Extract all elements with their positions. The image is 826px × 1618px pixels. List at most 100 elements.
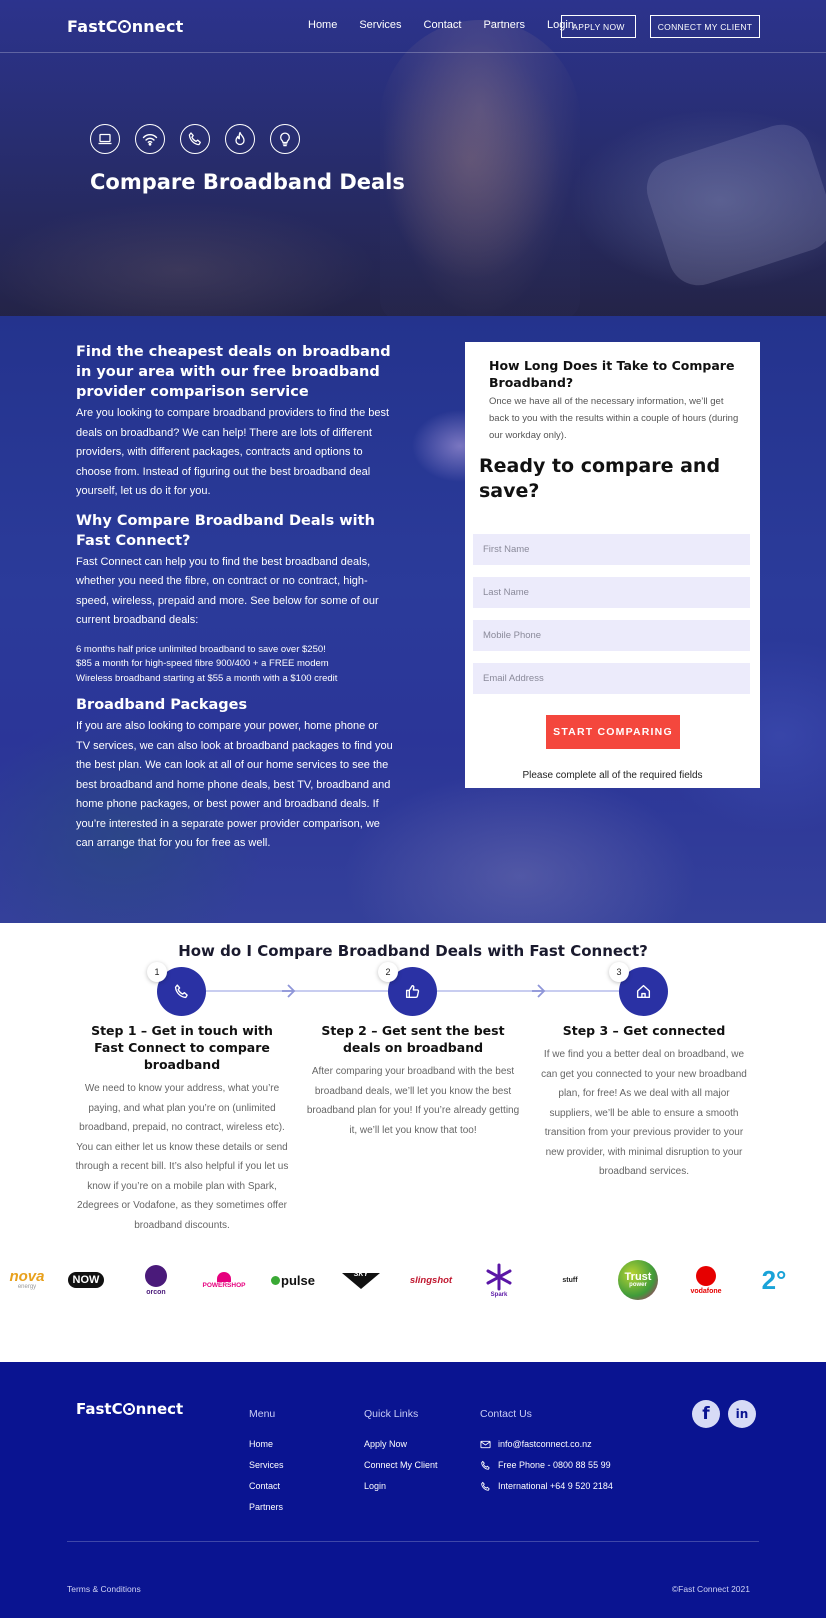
- linkedin-icon[interactable]: in: [728, 1400, 756, 1428]
- step-2: Step 2 – Get sent the best deals on broa…: [306, 1020, 520, 1140]
- nav-contact[interactable]: Contact: [424, 19, 462, 31]
- nova-logo-subtext: energy: [17, 1284, 37, 1290]
- sky-logo: SKY: [340, 1255, 382, 1305]
- copyright: ©Fast Connect 2021: [671, 1584, 750, 1594]
- footer-email-link[interactable]: info@fastconnect.co.nz: [480, 1434, 613, 1455]
- top-navigation: FastC nnect Home Services Contact Partner…: [0, 0, 826, 53]
- step-2-heading: Step 2 – Get sent the best deals on broa…: [321, 1023, 505, 1055]
- thumbs-up-icon: [405, 984, 420, 999]
- stuff-fibre-logo-text: stuff: [562, 1276, 578, 1284]
- step-connector: [437, 990, 619, 992]
- step-1-heading: Step 1 – Get in touch with Fast Connect …: [91, 1023, 273, 1072]
- terms-link[interactable]: Terms & Conditions: [67, 1584, 141, 1594]
- now-logo: NOW: [64, 1255, 108, 1305]
- step-number: 3: [609, 962, 629, 982]
- wifi-icon: [135, 124, 165, 154]
- footer-link-home[interactable]: Home: [249, 1434, 284, 1455]
- nova-logo: nova energy: [6, 1255, 48, 1305]
- step-2-text: After comparing your broadband with the …: [306, 1066, 520, 1136]
- nav-services[interactable]: Services: [359, 19, 401, 31]
- logo-text-nnect: nnect: [131, 17, 184, 36]
- nav-home[interactable]: Home: [308, 19, 337, 31]
- powershop-logo: POWERSHOP: [198, 1255, 250, 1305]
- nova-logo-text: nova: [9, 1268, 45, 1285]
- home-icon: [636, 984, 651, 999]
- deal-item: $85 a month for high-speed fibre 900/400…: [76, 658, 329, 669]
- step-connector: [205, 990, 388, 992]
- pulse-logo-word: pulse: [281, 1272, 315, 1288]
- trustpower-logo: Trust power: [617, 1255, 659, 1305]
- footer-link-partners[interactable]: Partners: [249, 1497, 284, 1518]
- footer-phone-text: Free Phone - 0800 88 55 99: [498, 1460, 611, 1470]
- pulse-logo: pulse: [270, 1255, 316, 1305]
- powershop-mark-icon: [217, 1271, 231, 1282]
- why-heading: Why Compare Broadband Deals with Fast Co…: [76, 512, 375, 549]
- step-1: Step 1 – Get in touch with Fast Connect …: [75, 1020, 289, 1235]
- slingshot-logo-text: slingshot: [409, 1274, 453, 1286]
- step-1-text: We need to know your address, what you’r…: [75, 1083, 289, 1231]
- intro-column: Find the cheapest deals on broadband in …: [76, 342, 394, 854]
- vodafone-logo-text: vodafone: [690, 1287, 722, 1295]
- footer-international-text: International +64 9 520 2184: [498, 1481, 613, 1491]
- flame-icon: [225, 124, 255, 154]
- apply-now-button[interactable]: APPLY NOW: [561, 15, 636, 38]
- vodafone-mark-icon: [696, 1265, 716, 1286]
- footer-link-services[interactable]: Services: [249, 1455, 284, 1476]
- step-number: 1: [147, 962, 167, 982]
- start-comparing-button[interactable]: START COMPARING: [546, 715, 680, 749]
- step-3-text: If we find you a better deal on broadban…: [541, 1049, 747, 1177]
- packages-paragraph: If you are also looking to compare your …: [76, 720, 393, 849]
- footer-menu: Menu Home Services Contact Partners: [249, 1408, 284, 1518]
- footer-quick-links: Quick Links Apply Now Connect My Client …: [364, 1408, 438, 1497]
- nav-partners[interactable]: Partners: [483, 19, 525, 31]
- packages-heading: Broadband Packages: [76, 697, 248, 713]
- spark-mark-icon: [486, 1263, 512, 1291]
- intro-paragraph: Are you looking to compare broadband pro…: [76, 407, 390, 497]
- footer-link-login[interactable]: Login: [364, 1476, 438, 1497]
- trustpower-logo-text: Trust: [624, 1271, 652, 1283]
- spark-logo-text: Spark: [490, 1292, 508, 1298]
- spark-logo: Spark: [482, 1255, 516, 1305]
- powershop-logo-text: POWERSHOP: [202, 1281, 246, 1289]
- deal-item: 6 months half price unlimited broadband …: [76, 643, 326, 655]
- site-footer: FastC nnect Menu Home Services Contact Pa…: [0, 1362, 826, 1618]
- service-icons: [90, 124, 300, 154]
- facebook-icon[interactable]: f: [692, 1400, 720, 1428]
- footer-contact: Contact Us info@fastconnect.co.nz Free P…: [480, 1408, 613, 1497]
- logo-text-c: C: [105, 17, 118, 36]
- email-field[interactable]: [473, 663, 750, 694]
- footer-divider: [67, 1541, 759, 1542]
- hero-section: FastC nnect Home Services Contact Partner…: [0, 0, 826, 316]
- logo-o-icon: [123, 1403, 136, 1415]
- footer-logo[interactable]: FastC nnect: [76, 1400, 183, 1418]
- footer-phone-link[interactable]: Free Phone - 0800 88 55 99: [480, 1455, 613, 1476]
- footer-international-link[interactable]: International +64 9 520 2184: [480, 1476, 613, 1497]
- logo-o-icon: [118, 20, 132, 33]
- 2degrees-logo: 2°: [756, 1255, 792, 1305]
- pulse-logo-text: pulse: [271, 1273, 315, 1288]
- intro-heading: Find the cheapest deals on broadband in …: [76, 344, 391, 400]
- logo-text-fast: Fast: [76, 1400, 112, 1418]
- trustpower-logo-subtext: power: [629, 1282, 647, 1288]
- first-name-field[interactable]: [473, 534, 750, 565]
- page-title: Compare Broadband Deals: [90, 170, 405, 194]
- trustpower-badge: Trust power: [618, 1260, 658, 1300]
- sky-logo-text: SKY: [353, 1271, 369, 1278]
- phone-icon: [481, 1481, 490, 1491]
- slingshot-logo: slingshot: [406, 1255, 456, 1305]
- now-logo-text: NOW: [67, 1272, 105, 1288]
- mobile-phone-field[interactable]: [473, 620, 750, 651]
- wait-heading: How Long Does it Take to Compare Broadba…: [489, 358, 735, 390]
- logo-text-fast: Fast: [67, 17, 106, 36]
- footer-menu-heading: Menu: [249, 1408, 276, 1420]
- footer-link-contact[interactable]: Contact: [249, 1476, 284, 1497]
- footer-link-apply-now[interactable]: Apply Now: [364, 1434, 438, 1455]
- step-number: 2: [378, 962, 398, 982]
- footer-link-connect-my-client[interactable]: Connect My Client: [364, 1455, 438, 1476]
- phone-icon: [174, 984, 188, 999]
- site-logo[interactable]: FastC nnect: [67, 17, 183, 36]
- required-fields-note: Please complete all of the required fiel…: [522, 770, 703, 781]
- vodafone-logo: vodafone: [686, 1255, 726, 1305]
- connect-my-client-button[interactable]: CONNECT MY CLIENT: [650, 15, 760, 38]
- last-name-field[interactable]: [473, 577, 750, 608]
